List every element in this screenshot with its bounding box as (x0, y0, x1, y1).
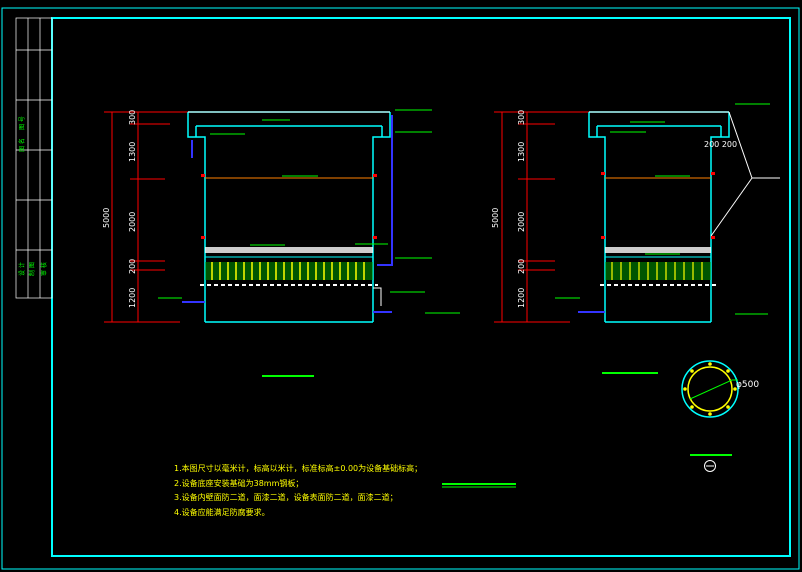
right-dim-3: 2000 (517, 212, 526, 232)
tb-label-5: 审 核 (40, 262, 48, 276)
note-2: 2.设备底座安装基础为38mm钢板； (174, 478, 304, 488)
design-notes: 1.本图尺寸以毫米计，标高以米计，标准标高±0.00为设备基础标高； 2.设备底… (174, 462, 422, 520)
left-dim-4: 200 (128, 259, 137, 274)
tb-label-2: 图 名 (18, 138, 26, 152)
left-dim-3: 2000 (128, 212, 137, 232)
note-3: 3.设备内壁面防二道，面漆二道，设备表面防二道，面漆二道； (174, 493, 398, 502)
left-dim-total: 5000 (102, 208, 111, 228)
right-dim-1: 300 (517, 110, 526, 125)
plan-view: φ500 (681, 360, 759, 472)
right-callout-text: 200 200 (704, 140, 737, 149)
left-dim-1: 300 (128, 110, 137, 125)
tb-label-4: 制 图 (28, 262, 36, 276)
right-dim-5: 1200 (517, 288, 526, 308)
right-elevation: 5000 300 1300 2000 200 1200 200 200 (491, 103, 780, 323)
title-block-labels: 图 号 图 名 设 计 制 图 审 核 (18, 116, 48, 276)
right-dim-2: 1300 (517, 142, 526, 162)
left-elevation: 5000 300 1300 2000 200 1200 (102, 109, 460, 323)
left-dim-2: 1300 (128, 142, 137, 162)
left-dim-5: 1200 (128, 288, 137, 308)
plan-diameter-text: φ500 (736, 380, 759, 390)
right-dim-total: 5000 (491, 208, 500, 228)
note-4: 4.设备应能满足防腐要求。 (174, 507, 270, 517)
title-block (15, 17, 53, 299)
tb-label-3: 设 计 (18, 262, 26, 276)
note-1: 1.本图尺寸以毫米计，标高以米计，标准标高±0.00为设备基础标高； (174, 464, 423, 473)
right-dim-4: 200 (517, 259, 526, 274)
tb-label-1: 图 号 (19, 116, 26, 130)
